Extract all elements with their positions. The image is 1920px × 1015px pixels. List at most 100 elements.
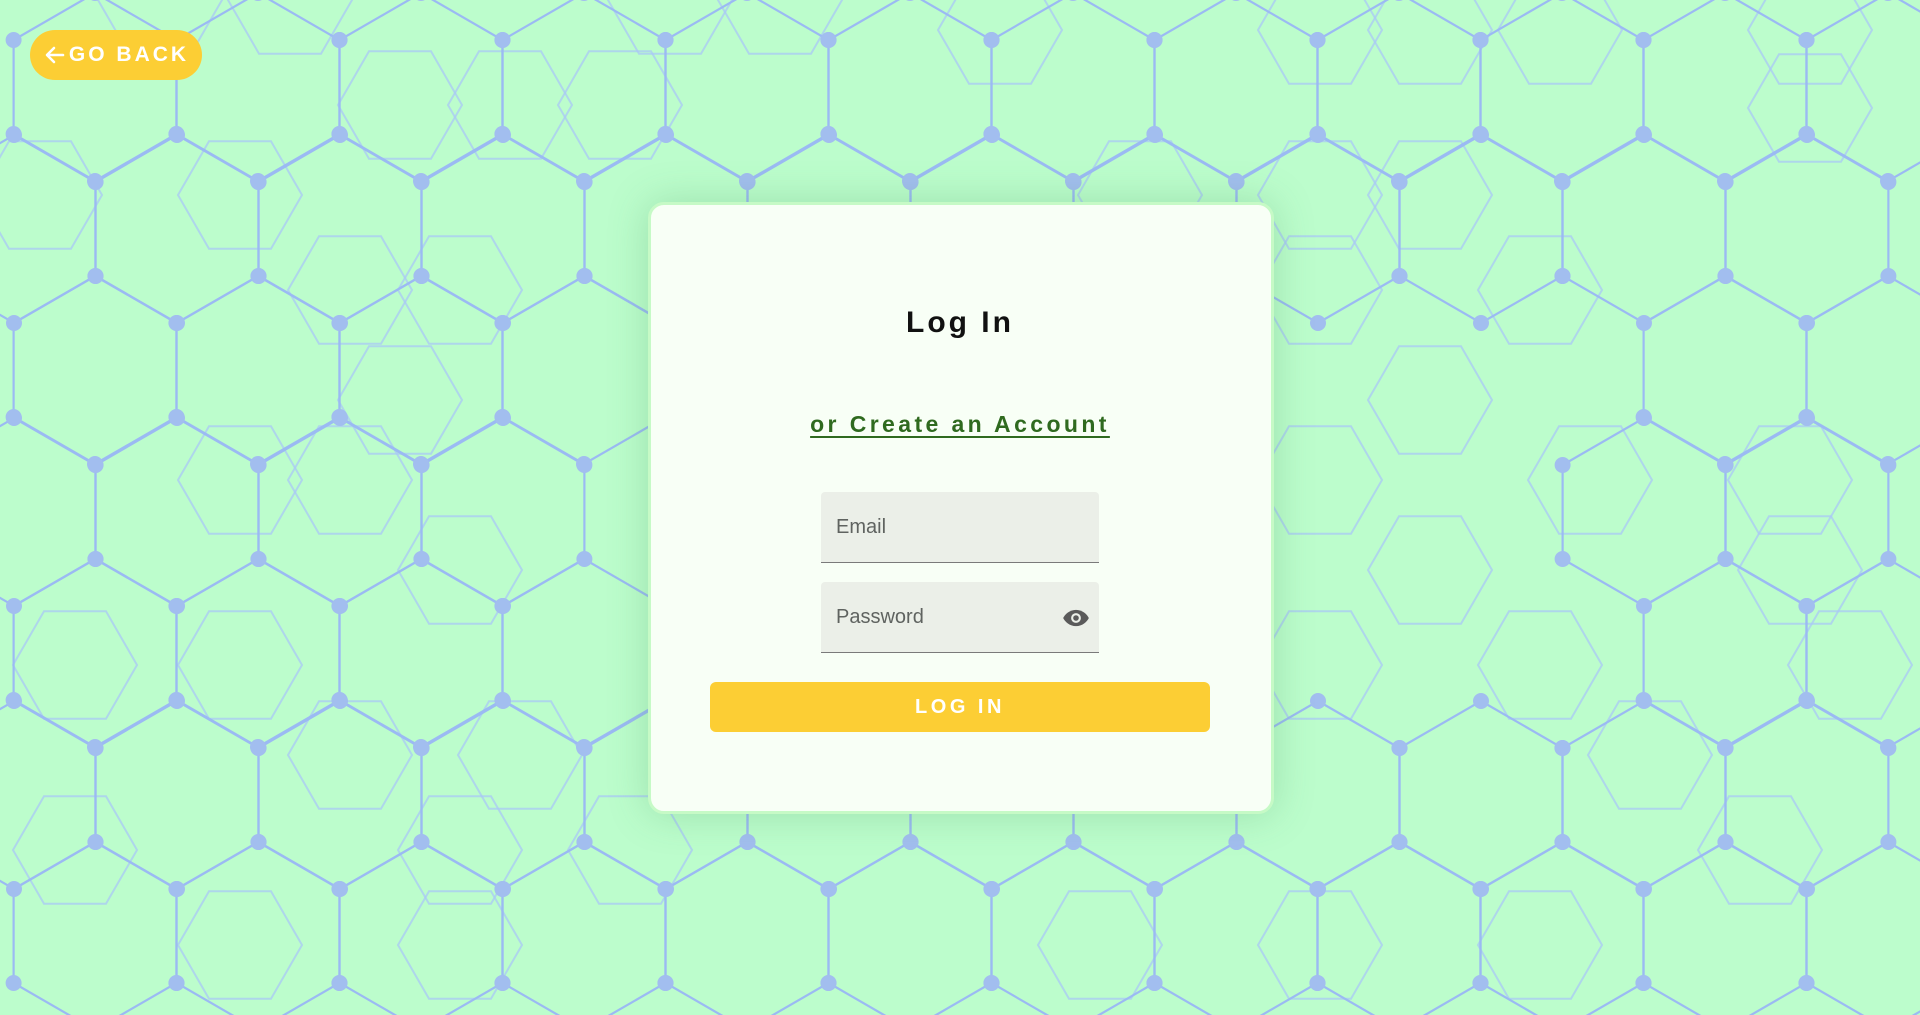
page-title: Log In (906, 306, 1014, 339)
network-node (6, 881, 22, 897)
network-node (1799, 693, 1815, 709)
hex-outline (176, 140, 304, 250)
network-node (902, 174, 919, 190)
network-node (1554, 268, 1571, 284)
network-node (5, 975, 22, 991)
network-hex-line (338, 0, 504, 183)
network-node (6, 598, 22, 614)
network-node (87, 551, 104, 567)
network-node (1558, 0, 1566, 1)
hex-outline (226, 0, 354, 55)
network-node (576, 740, 593, 756)
network-node (413, 740, 430, 756)
network-node (494, 975, 511, 991)
network-node (576, 268, 593, 284)
network-node (1310, 693, 1326, 709)
network-node (984, 127, 1000, 143)
network-hex-line (12, 0, 178, 183)
network-node (168, 598, 185, 614)
network-node (413, 834, 430, 850)
network-hex-line (501, 557, 667, 749)
network-node (1635, 32, 1652, 48)
network-node (906, 0, 914, 1)
network-hex-line (501, 840, 667, 1015)
network-hex-line (420, 416, 586, 608)
hex-outline (286, 700, 414, 810)
network-node (1146, 881, 1163, 897)
network-node (1309, 975, 1326, 991)
create-account-link-wrap: or Create an Account (0, 411, 1920, 438)
network-hex-line (1642, 0, 1808, 183)
network-node (739, 834, 756, 850)
network-hex-line (1479, 840, 1645, 1015)
network-node (1554, 174, 1571, 190)
network-hex-line (420, 133, 586, 325)
network-hex-line (338, 840, 504, 1015)
network-node (1391, 174, 1408, 190)
network-node (658, 127, 674, 143)
network-node (494, 881, 511, 897)
network-node (332, 127, 348, 143)
hex-outline (1726, 425, 1854, 535)
network-node (1636, 598, 1652, 614)
network-hex-line (1398, 699, 1564, 891)
network-node (576, 174, 593, 190)
network-node (739, 174, 756, 190)
network-node (331, 598, 348, 614)
network-node (168, 881, 185, 897)
network-node (1880, 268, 1897, 284)
network-node (6, 127, 22, 143)
network-node (1065, 834, 1082, 850)
network-node (332, 693, 348, 709)
network-node (1635, 881, 1652, 897)
password-field (821, 582, 1099, 653)
network-node (1721, 0, 1729, 1)
eye-icon[interactable] (1062, 604, 1090, 632)
network-hex-line (827, 840, 993, 1015)
network-hex-line (1642, 557, 1808, 749)
network-hex-line (1805, 0, 1920, 183)
email-input[interactable] (821, 492, 1099, 562)
network-hex-line (1724, 699, 1890, 891)
network-node (1473, 693, 1489, 709)
hex-outline (1496, 0, 1624, 85)
network-node (169, 693, 185, 709)
hex-outline (1476, 610, 1604, 720)
network-node (87, 740, 104, 756)
network-hex-line (1561, 416, 1727, 608)
network-node (1473, 127, 1489, 143)
network-node (250, 740, 267, 756)
password-input[interactable] (821, 582, 1099, 652)
create-account-link[interactable]: or Create an Account (810, 411, 1110, 437)
network-node (1717, 174, 1734, 190)
network-node (657, 881, 674, 897)
go-back-button[interactable]: GO BACK (30, 30, 202, 80)
network-hex-line (990, 840, 1156, 1015)
network-node (1880, 457, 1897, 473)
network-hex-line (12, 840, 178, 1015)
network-node (1717, 740, 1734, 756)
network-node (1228, 834, 1245, 850)
network-hex-line (94, 133, 260, 325)
network-hex-line (1561, 133, 1727, 325)
network-node (1635, 975, 1652, 991)
network-hex-line (1642, 840, 1808, 1015)
network-node (331, 975, 348, 991)
hex-outline (176, 610, 304, 720)
network-node (576, 457, 593, 473)
network-node (1717, 551, 1734, 567)
network-hex-line (1805, 840, 1920, 1015)
network-node (250, 551, 267, 567)
network-node (1472, 975, 1489, 991)
network-hex-line (0, 699, 97, 891)
network-node (1880, 834, 1897, 850)
login-button[interactable]: LOG IN (710, 682, 1210, 732)
network-hex-line (664, 0, 830, 183)
network-hex-line (1724, 416, 1890, 608)
network-node (1147, 127, 1163, 143)
hex-outline (11, 795, 139, 905)
network-node (250, 174, 267, 190)
network-hex-line (1724, 133, 1890, 325)
go-back-label: GO BACK (68, 43, 190, 66)
network-node (1717, 834, 1734, 850)
